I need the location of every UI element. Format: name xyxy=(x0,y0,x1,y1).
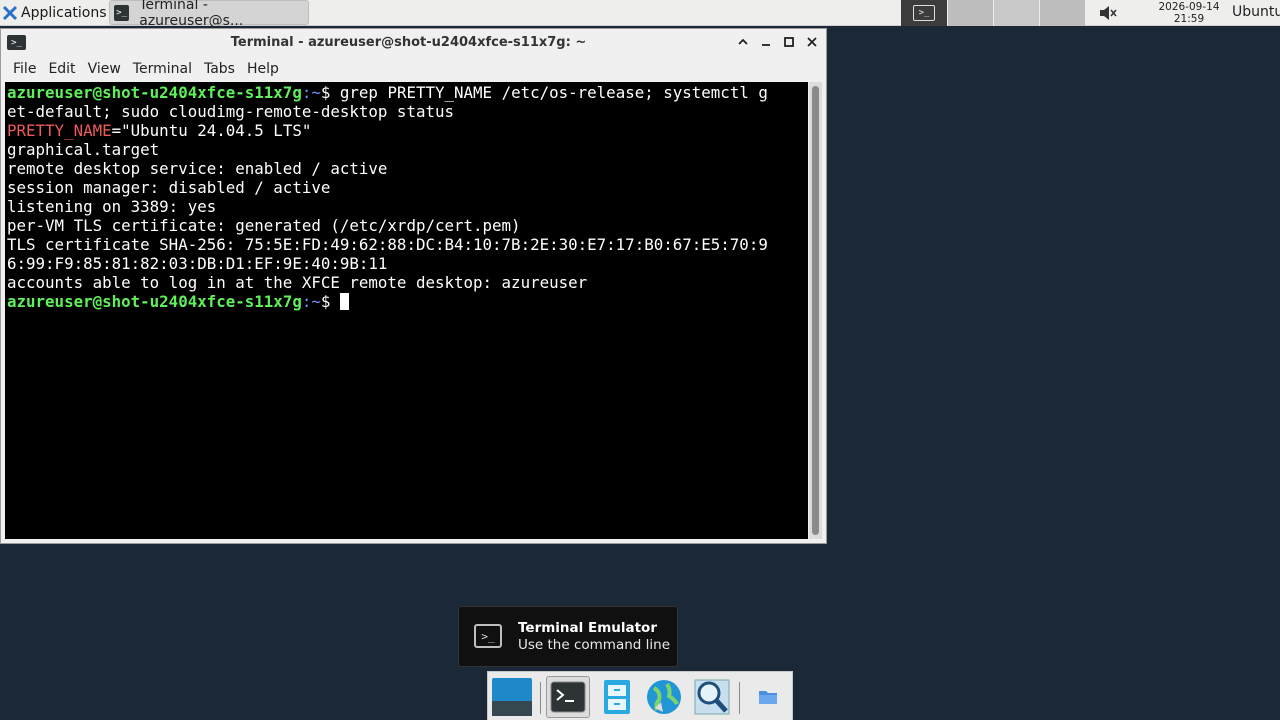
menu-terminal[interactable]: Terminal xyxy=(127,61,198,77)
maximize-icon xyxy=(784,37,794,47)
clock[interactable]: 2026-09-14 21:59 xyxy=(1150,1,1228,25)
command-text: grep PRETTY_NAME /etc/os-release; system… xyxy=(330,83,768,102)
menubar: File Edit View Terminal Tabs Help xyxy=(1,57,826,81)
terminal-line: session manager: disabled / active xyxy=(7,178,331,197)
terminal-line: 6:99:F9:85:81:82:03:DB:D1:EF:9E:40:9B:11 xyxy=(7,254,388,273)
clock-date: 2026-09-14 xyxy=(1158,1,1220,13)
maximize-button[interactable] xyxy=(781,34,797,50)
prompt-symbol: $ xyxy=(320,292,331,311)
tooltip-title: Terminal Emulator xyxy=(518,620,657,636)
terminal-icon: >_ xyxy=(114,4,130,21)
menu-edit[interactable]: Edit xyxy=(42,61,81,77)
terminal-line: per-VM TLS certificate: generated (/etc/… xyxy=(7,216,521,235)
workspace-2[interactable] xyxy=(947,0,993,26)
chevron-up-icon xyxy=(738,38,748,45)
show-desktop-icon[interactable] xyxy=(490,676,534,718)
close-button[interactable] xyxy=(804,34,820,50)
file-manager-icon[interactable] xyxy=(595,676,639,718)
shade-button[interactable] xyxy=(735,34,751,50)
user-menu[interactable]: Ubuntu xyxy=(1232,4,1280,20)
pretty-name-key: PRETTY_NAME xyxy=(7,121,112,140)
folder-icon[interactable] xyxy=(746,676,790,718)
terminal-scrollbar[interactable] xyxy=(809,82,822,539)
dock-tooltip: >_ Terminal Emulator Use the command lin… xyxy=(458,606,678,667)
scrollbar-thumb[interactable] xyxy=(812,86,819,535)
app-finder-icon[interactable] xyxy=(690,676,734,718)
terminal-line: et-default; sudo cloudimg-remote-desktop… xyxy=(7,102,454,121)
prompt-symbol: $ xyxy=(320,83,331,102)
applications-label: Applications xyxy=(21,4,107,21)
taskbar-terminal-button[interactable]: >_ Terminal - azureuser@s... xyxy=(109,0,309,29)
top-panel: Applications ≡ >_ Terminal - azureuser@s… xyxy=(0,0,1280,29)
terminal-line: graphical.target xyxy=(7,140,160,159)
workspace-1[interactable]: >_ xyxy=(901,0,947,26)
workspace-4[interactable] xyxy=(1039,0,1085,26)
dock-separator xyxy=(739,682,740,714)
menu-tabs[interactable]: Tabs xyxy=(198,61,241,77)
menu-help[interactable]: Help xyxy=(241,61,285,77)
terminal-line: accounts able to log in at the XFCE remo… xyxy=(7,273,588,292)
terminal-line: TLS certificate SHA-256: 75:5E:FD:49:62:… xyxy=(7,235,768,254)
volume-muted-icon[interactable] xyxy=(1098,4,1118,22)
terminal-icon: >_ xyxy=(474,624,502,648)
prompt-path: :~ xyxy=(301,292,321,311)
menu-file[interactable]: File xyxy=(7,61,42,77)
prompt-user: azureuser@shot-u2404xfce-s11x7g xyxy=(7,292,302,311)
pretty-name-value: ="Ubuntu 24.04.5 LTS" xyxy=(111,121,312,140)
dock xyxy=(487,671,793,720)
terminal-line: azureuser@shot-u2404xfce-s11x7g:~$ grep … xyxy=(7,83,806,102)
menu-view[interactable]: View xyxy=(82,61,127,77)
terminal-icon[interactable] xyxy=(546,676,590,718)
terminal-line: listening on 3389: yes xyxy=(7,197,217,216)
clock-time: 21:59 xyxy=(1173,13,1205,25)
close-icon xyxy=(807,37,817,47)
terminal-icon: >_ xyxy=(913,5,935,21)
prompt-path: :~ xyxy=(301,83,321,102)
applications-menu[interactable]: Applications ≡ xyxy=(2,0,118,25)
xfce-logo-icon xyxy=(2,5,18,21)
tooltip-subtitle: Use the command line xyxy=(518,637,670,653)
window-title: Terminal - azureuser@shot-u2404xfce-s11x… xyxy=(230,35,587,50)
terminal-line: azureuser@shot-u2404xfce-s11x7g:~$ xyxy=(7,292,806,311)
terminal-line: PRETTY_NAME="Ubuntu 24.04.5 LTS" xyxy=(7,121,806,140)
window-titlebar[interactable]: >_ Terminal - azureuser@shot-u2404xfce-s… xyxy=(1,29,826,57)
web-browser-icon[interactable] xyxy=(642,676,686,718)
prompt-user: azureuser@shot-u2404xfce-s11x7g xyxy=(7,83,302,102)
terminal-line: remote desktop service: enabled / active xyxy=(7,159,388,178)
terminal-output[interactable]: azureuser@shot-u2404xfce-s11x7g:~$ grep … xyxy=(5,82,808,539)
dock-separator xyxy=(540,682,541,714)
workspace-3[interactable] xyxy=(993,0,1039,26)
terminal-window: >_ Terminal - azureuser@shot-u2404xfce-s… xyxy=(0,28,827,544)
text-cursor xyxy=(339,293,349,310)
minimize-icon xyxy=(762,44,770,46)
taskbar-terminal-label: Terminal - azureuser@s... xyxy=(139,0,244,29)
minimize-button[interactable] xyxy=(758,34,774,50)
